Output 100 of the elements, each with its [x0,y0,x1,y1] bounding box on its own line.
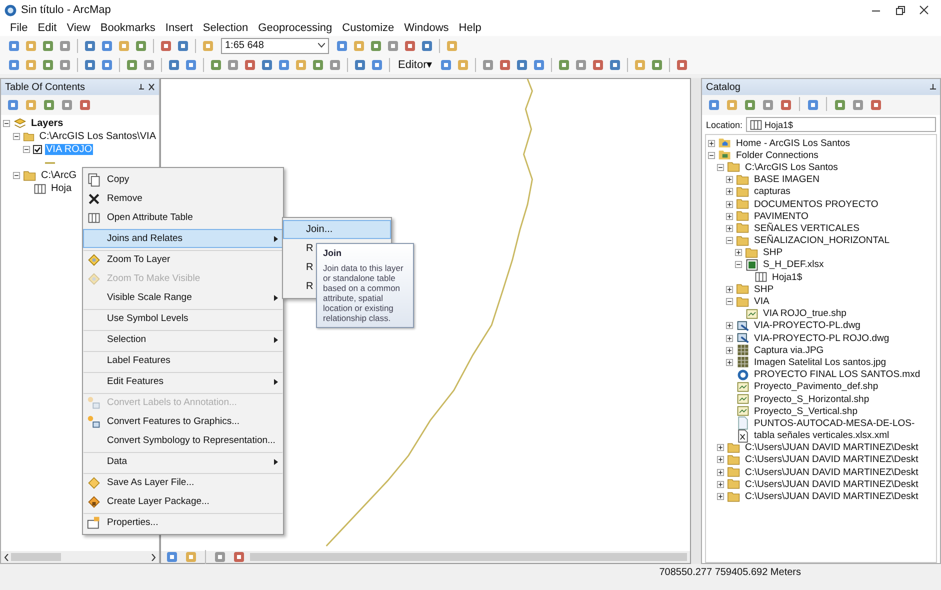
pin-close-icon[interactable] [139,83,155,91]
menu-item[interactable]: Insert [161,21,197,35]
tree-item[interactable]: Folder Connections [735,150,820,161]
expand-icon[interactable] [726,358,733,366]
tree-item[interactable]: C:\ArcGIS Los Santos\VIA [38,131,157,142]
tree-item[interactable]: C:\Users\JUAN DAVID MARTINEZ\Deskt [744,478,920,490]
scrollbar[interactable] [691,78,701,564]
tree-item[interactable]: Proyecto_S_Vertical.shp [753,406,859,417]
menu-item[interactable]: Selection [198,21,252,35]
scale-field[interactable]: 1:65 648 [221,38,329,54]
menu-item[interactable]: Remove [83,189,283,208]
editor-menu[interactable]: Editor▾ [394,58,437,71]
expand-icon[interactable] [726,322,733,330]
collapse-icon[interactable] [23,146,30,153]
menu-item[interactable]: Visible Scale Range [83,288,283,307]
menu-item[interactable]: Data [83,452,283,471]
tree-item[interactable]: DOCUMENTOS PROYECTO [753,198,880,210]
expand-icon[interactable] [708,140,715,147]
tree-item[interactable]: C:\ArcGIS Los Santos [744,162,839,173]
menu-item[interactable]: Properties... [83,513,283,532]
expand-icon[interactable] [717,468,724,476]
tree-item[interactable]: VIA [753,296,770,308]
menu-item[interactable]: Convert Symbology to Representation... [83,431,283,450]
tree-item[interactable]: Imagen Satelital Los santos.jpg [753,356,888,368]
menu-item[interactable]: Label Features [83,351,283,370]
tree-item[interactable]: C:\Users\JUAN DAVID MARTINEZ\Deskt [744,466,920,478]
menu-item[interactable]: Edit Features [83,372,283,391]
menu-item[interactable]: View [62,21,94,35]
collapse-icon[interactable] [708,152,715,159]
pin-icon[interactable] [930,83,936,91]
expand-icon[interactable] [726,212,733,220]
collapse-icon[interactable] [717,164,724,171]
tree-item[interactable]: C:\Users\JUAN DAVID MARTINEZ\Deskt [744,454,920,466]
menu-item[interactable]: Bookmarks [96,21,160,35]
tree-item[interactable]: Home - ArcGIS Los Santos [735,138,852,149]
tree-item[interactable]: SHP [762,247,784,258]
tree-item[interactable]: S_H_DEF.xlsx [762,259,825,270]
expand-icon[interactable] [735,249,742,256]
tree-item[interactable]: SHP [753,284,775,295]
menu-item[interactable]: Geoprocessing [254,21,336,35]
restore-icon[interactable] [895,5,905,15]
collapse-icon[interactable] [3,120,10,127]
expand-icon[interactable] [717,493,724,500]
menu-item[interactable]: Windows [400,21,453,35]
tree-item[interactable]: Hoja1$ [771,272,804,283]
tree-item[interactable]: PROYECTO FINAL LOS SANTOS.mxd [753,369,922,380]
expand-icon[interactable] [726,346,733,354]
expand-icon[interactable] [717,444,724,452]
collapse-icon[interactable] [726,237,733,244]
menu-item[interactable]: Open Attribute Table [83,208,283,227]
tree-item[interactable]: VIA ROJO_true.shp [762,308,848,320]
collapse-icon[interactable] [13,133,20,140]
tree-item[interactable]: Hoja [50,183,73,194]
tree-item[interactable]: tabla señales verticales.xlsx.xml [753,430,890,442]
menu-item[interactable]: Joins and Relates [83,229,283,248]
collapse-icon[interactable] [735,261,742,268]
tree-item[interactable]: SEÑALIZACION_HORIZONTAL [753,235,890,246]
expand-icon[interactable] [726,286,733,293]
menu-item[interactable]: Create Layer Package... [83,492,283,511]
expand-icon[interactable] [726,188,733,196]
tree-item[interactable]: BASE IMAGEN [753,174,820,186]
menu-item[interactable]: Save As Layer File... [83,473,283,492]
expand-icon[interactable] [726,224,733,232]
scrollbar-thumb[interactable] [11,553,61,561]
tree-item[interactable]: capturas [753,186,792,198]
tree-item[interactable]: C:\ArcG [40,170,78,181]
tree-item[interactable]: Layers [30,118,64,129]
tree-item[interactable]: Captura via.JPG [753,344,825,356]
menu-item[interactable]: Join... [283,220,391,239]
tree-item[interactable]: Proyecto_S_Horizontal.shp [753,394,870,405]
menu-item[interactable]: Help [454,21,486,35]
menu-item[interactable]: Selection [83,330,283,349]
expand-icon[interactable] [726,334,733,342]
scroll-right-icon[interactable] [151,554,156,560]
scrollbar[interactable] [250,553,687,561]
scroll-left-icon[interactable] [4,554,9,560]
expand-icon[interactable] [726,176,733,184]
menu-item[interactable]: Edit [34,21,61,35]
tree-item[interactable]: C:\Users\JUAN DAVID MARTINEZ\Deskt [744,442,920,454]
tree-item[interactable]: C:\Users\JUAN DAVID MARTINEZ\Deskt [744,491,920,502]
menu-item[interactable]: Use Symbol Levels [83,309,283,328]
folder-icon [727,490,741,504]
menu-item[interactable]: File [6,21,32,35]
expand-icon[interactable] [717,480,724,488]
expand-icon[interactable] [717,456,724,464]
menu-item[interactable]: Customize [338,21,398,35]
tree-item[interactable]: VIA-PROYECTO-PL.dwg [753,320,862,332]
tree-item[interactable]: PAVIMENTO [753,210,810,222]
collapse-icon[interactable] [726,298,733,306]
tree-item[interactable]: PUNTOS-AUTOCAD-MESA-DE-LOS- [753,418,916,429]
menu-item[interactable]: Copy [83,170,283,189]
tree-item[interactable]: SEÑALES VERTICALES [753,222,860,234]
tree-item[interactable]: Proyecto_Pavimento_def.shp [753,381,880,392]
checkbox[interactable] [33,145,42,154]
expand-icon[interactable] [726,200,733,208]
tree-item[interactable]: VIA-PROYECTO-PL ROJO.dwg [753,332,890,344]
close-icon[interactable] [919,5,929,15]
collapse-icon[interactable] [13,172,20,179]
location-field[interactable]: Hoja1$ [746,117,936,132]
menu-item[interactable]: Convert Features to Graphics... [83,412,283,431]
